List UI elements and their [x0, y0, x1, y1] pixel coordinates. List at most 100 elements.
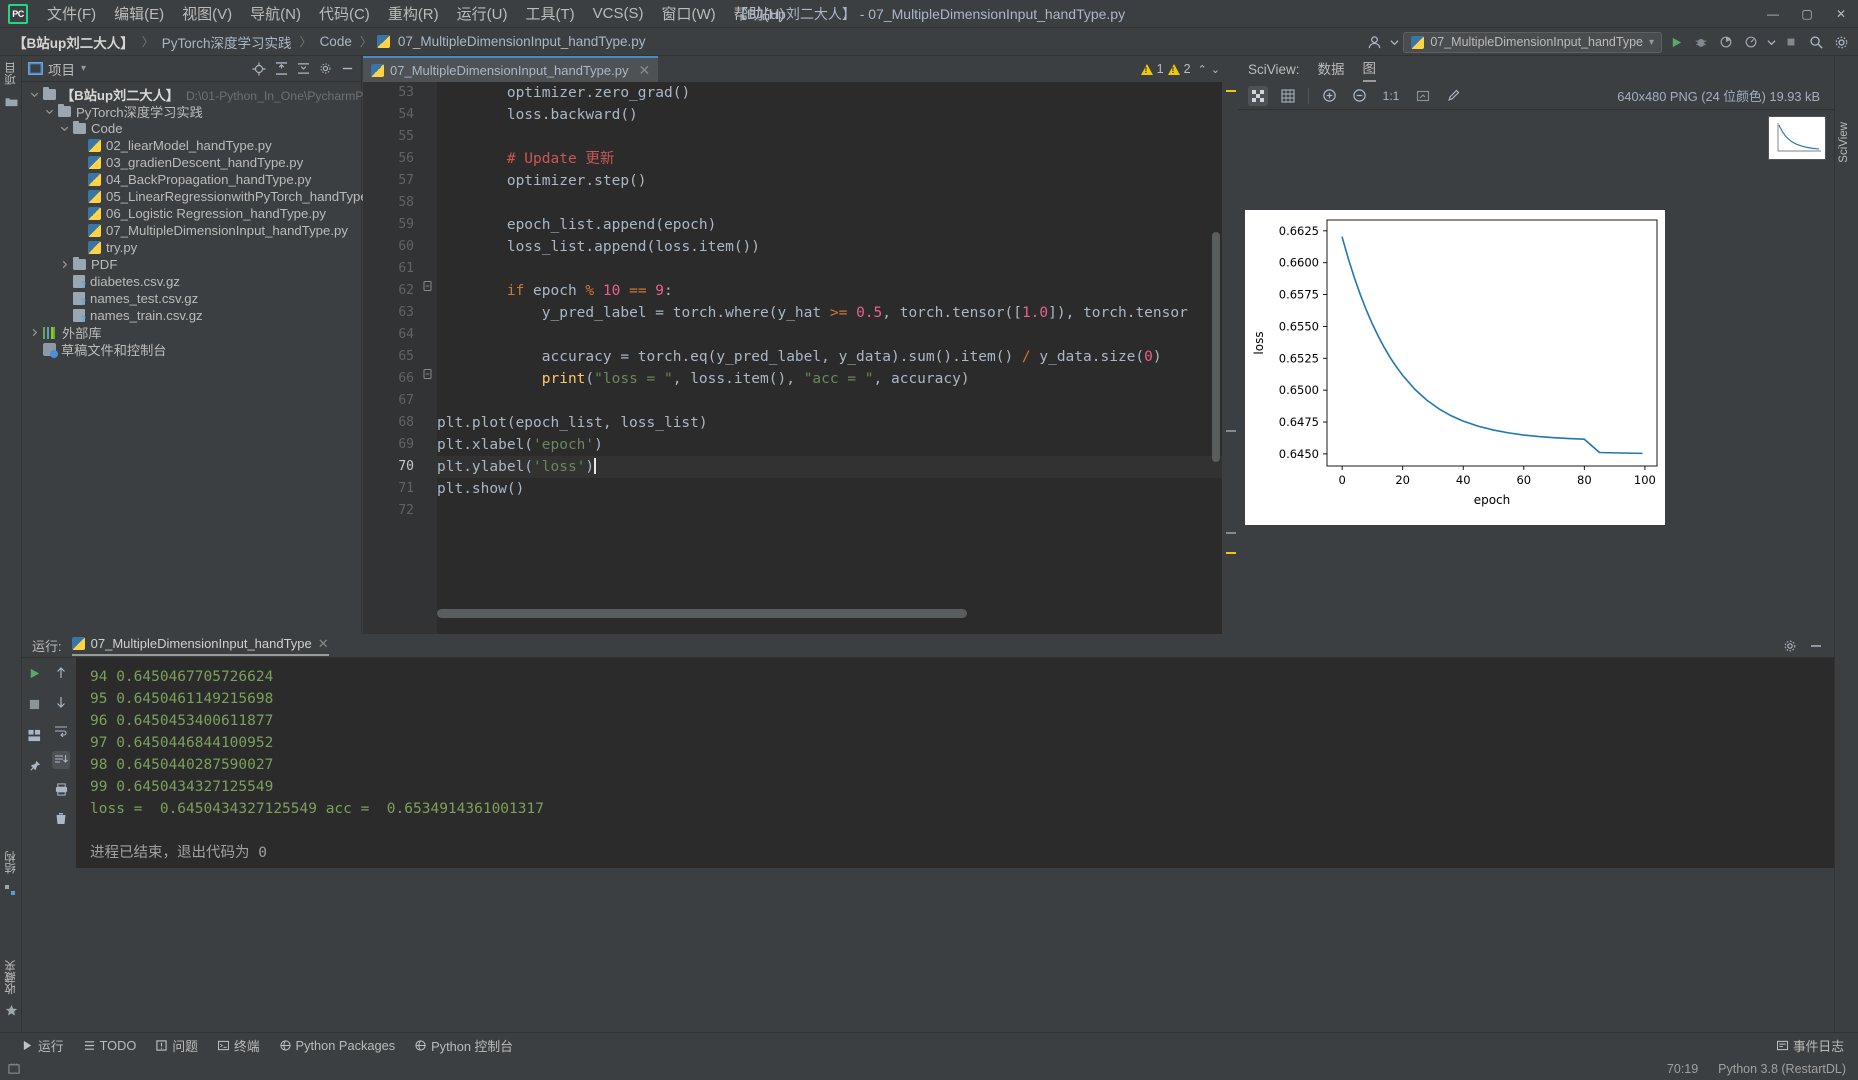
tree-node[interactable]: 03_gradienDescent_handType.py — [22, 154, 361, 171]
gear-icon[interactable] — [317, 61, 333, 77]
menu-item-code[interactable]: 代码(C) — [310, 0, 379, 28]
breadcrumb-item-file[interactable]: 07_MultipleDimensionInput_handType.py — [395, 33, 649, 50]
hide-panel-icon[interactable] — [339, 61, 355, 77]
minimize-button[interactable]: — — [1756, 0, 1790, 28]
pin-icon[interactable] — [25, 757, 43, 775]
soft-wrap-icon[interactable] — [52, 722, 70, 740]
tool-window-tab-project[interactable]: 项目 — [0, 56, 22, 91]
plot-thumbnail[interactable] — [1768, 116, 1826, 160]
scroll-to-end-icon[interactable] — [52, 751, 70, 769]
memory-icon[interactable] — [8, 1063, 20, 1075]
tree-node[interactable]: 06_Logistic Regression_handType.py — [22, 205, 361, 222]
structure-icon[interactable] — [0, 880, 22, 900]
run-panel-tab[interactable]: 07_MultipleDimensionInput_handType ✕ — [71, 636, 329, 656]
code-line[interactable]: accuracy = torch.eq(y_pred_label, y_data… — [437, 346, 1238, 368]
editor-horizontal-scrollbar[interactable] — [437, 609, 967, 618]
python-interpreter[interactable]: Python 3.8 (RestartDL) — [1718, 1062, 1846, 1076]
tree-node[interactable]: diabetes.csv.gz — [22, 273, 361, 290]
transparency-grid-icon[interactable] — [1248, 85, 1268, 106]
run-with-coverage-button[interactable] — [1715, 31, 1737, 53]
tree-node[interactable]: 04_BackPropagation_handType.py — [22, 171, 361, 188]
locate-target-icon[interactable] — [251, 61, 267, 77]
warning-marker[interactable] — [1226, 90, 1236, 92]
actual-size-label[interactable]: 1:1 — [1379, 86, 1403, 106]
menu-item-window[interactable]: 窗口(W) — [652, 0, 724, 28]
change-marker[interactable] — [1226, 532, 1236, 534]
up-arrow-icon[interactable] — [52, 664, 70, 682]
tree-node[interactable]: 草稿文件和控制台 — [22, 341, 361, 358]
chevron-right-icon[interactable] — [30, 328, 43, 337]
menu-item-run[interactable]: 运行(U) — [448, 0, 517, 28]
tool-window-tab-sciview[interactable]: SciView — [1835, 116, 1853, 169]
change-marker[interactable] — [1226, 430, 1236, 432]
warning-marker[interactable] — [1226, 552, 1236, 554]
console-output[interactable]: 94 0.6450467705726624 95 0.64504611492156… — [76, 658, 1834, 868]
editor-vertical-scrollbar[interactable] — [1212, 232, 1220, 462]
next-problem-icon[interactable]: ⌄ — [1211, 63, 1220, 76]
fold-marker[interactable] — [423, 280, 437, 302]
menu-item-edit[interactable]: 编辑(E) — [105, 0, 173, 28]
menu-item-file[interactable]: 文件(F) — [38, 0, 105, 28]
tool-window-tab-favorites[interactable]: 收藏夹 — [0, 954, 22, 1001]
menu-item-view[interactable]: 视图(V) — [173, 0, 241, 28]
star-icon[interactable] — [0, 1000, 22, 1020]
tree-node[interactable]: 【B站up刘二大人】 D:\01-Python_In_One\PycharmPro… — [22, 86, 430, 103]
code-line[interactable]: print("loss = ", loss.item(), "acc = ", … — [437, 368, 1238, 390]
tree-node[interactable]: Code — [22, 120, 361, 137]
chevron-right-icon[interactable] — [60, 260, 73, 269]
code-line[interactable]: y_pred_label = torch.where(y_hat >= 0.5,… — [437, 302, 1238, 324]
code-line[interactable] — [437, 390, 1238, 412]
caret-position[interactable]: 70:19 — [1667, 1062, 1698, 1076]
code-folding-column[interactable] — [423, 82, 437, 634]
breadcrumb-item-folder[interactable]: PyTorch深度学习实践 — [159, 31, 295, 53]
code-content[interactable]: optimizer.zero_grad() loss.backward() # … — [437, 82, 1238, 634]
code-line[interactable] — [437, 500, 1238, 522]
chevron-down-icon[interactable] — [1388, 31, 1400, 53]
fit-to-screen-icon[interactable] — [1413, 86, 1433, 106]
code-line[interactable]: plt.xlabel('epoch') — [437, 434, 1238, 456]
tree-node[interactable]: names_test.csv.gz — [22, 290, 361, 307]
tree-node[interactable]: 02_liearModel_handType.py — [22, 137, 361, 154]
code-line[interactable]: plt.ylabel('loss') — [437, 456, 1238, 478]
tree-node[interactable]: 外部库 — [22, 324, 361, 341]
breadcrumb-item-code[interactable]: Code — [317, 33, 355, 50]
prev-problem-icon[interactable]: ⌃ — [1198, 63, 1207, 76]
chevron-down-icon[interactable] — [30, 90, 43, 99]
bottom-tab-problems[interactable]: 问题 — [156, 1036, 198, 1055]
down-arrow-icon[interactable] — [52, 693, 70, 711]
trash-icon[interactable] — [52, 809, 70, 827]
bottom-tab-todo[interactable]: TODO — [84, 1038, 136, 1053]
tree-node[interactable]: PDF — [22, 256, 361, 273]
matplotlib-plot[interactable]: 0.6450 0.6475 0.6500 0.6525 0.6550 0.6575 0.66… — [1245, 210, 1665, 525]
menu-item-vcs[interactable]: VCS(S) — [584, 1, 653, 26]
code-line[interactable] — [437, 258, 1238, 280]
folder-icon[interactable] — [0, 91, 22, 111]
layout-icon[interactable] — [25, 726, 43, 744]
close-button[interactable]: ✕ — [1824, 0, 1858, 28]
grid-icon[interactable] — [1278, 86, 1298, 106]
code-line[interactable] — [437, 126, 1238, 148]
bottom-tab-python-packages[interactable]: Python Packages — [279, 1038, 395, 1053]
bottom-tab-terminal[interactable]: 终端 — [217, 1036, 260, 1055]
close-icon[interactable]: ✕ — [318, 636, 329, 652]
fold-marker[interactable] — [423, 368, 437, 390]
stop-button[interactable] — [1780, 31, 1802, 53]
menu-item-tools[interactable]: 工具(T) — [516, 0, 583, 28]
code-line[interactable]: # Update 更新 — [437, 148, 1238, 170]
code-line[interactable]: loss_list.append(loss.item()) — [437, 236, 1238, 258]
search-icon[interactable] — [1805, 31, 1827, 53]
tree-node[interactable]: 07_MultipleDimensionInput_handType.py — [22, 222, 361, 239]
rerun-icon[interactable] — [25, 664, 43, 682]
sciview-tab-data[interactable]: 数据 — [1318, 58, 1345, 81]
run-configuration-selector[interactable]: 07_MultipleDimensionInput_handType ▾ — [1403, 31, 1662, 53]
code-line[interactable]: optimizer.zero_grad() — [437, 82, 1238, 104]
maximize-button[interactable]: ▢ — [1790, 0, 1824, 28]
tool-window-tab-structure[interactable]: 结构 — [0, 845, 22, 880]
code-line[interactable]: if epoch % 10 == 9: — [437, 280, 1238, 302]
hide-panel-icon[interactable] — [1808, 638, 1824, 654]
breadcrumb-item-project[interactable]: 【B站up刘二大人】 — [10, 31, 137, 53]
close-icon[interactable]: ✕ — [639, 62, 651, 79]
stop-icon[interactable] — [25, 695, 43, 713]
sciview-tab-plots[interactable]: 图 — [1362, 57, 1377, 82]
tree-node[interactable]: 05_LinearRegressionwithPyTorch_handType.… — [22, 188, 385, 205]
